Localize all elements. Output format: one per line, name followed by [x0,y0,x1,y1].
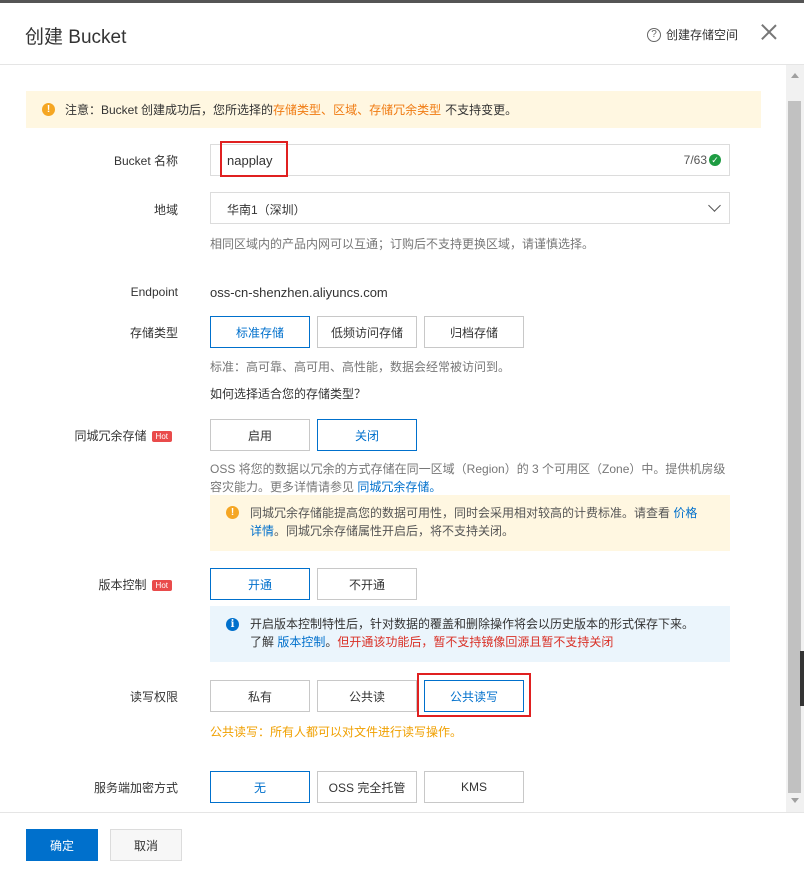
price-link[interactable]: 价格 [673,506,697,520]
encryption-label: 服务端加密方式 [93,781,178,795]
warning-icon: ! [226,506,239,519]
acl-public-read[interactable]: 公共读 [317,680,417,712]
storage-class-ia[interactable]: 低频访问存储 [317,316,417,348]
bucket-name-input[interactable]: napplay 7/63 ✓ [210,144,730,176]
notice-term-region: 区域 [333,103,358,117]
zone-redundancy-desc-line1: OSS 将您的数据以冗余的方式存储在同一区域（Region）的 3 个可用区（Z… [210,462,726,476]
zone-redundancy-doc-link[interactable]: 同城冗余存储。 [357,480,441,494]
versioning-label-text: 版本控制 [98,578,147,592]
storage-class-label: 存储类型 [129,326,178,340]
zone-redundancy-warning: ! 同城冗余存储能提高您的数据可用性，同时会采用相对较高的计费标准。请查看 价格… [210,495,730,551]
zone-redundancy-desc-line2: 容灾能力。更多详情请参见 [210,480,355,494]
storage-class-hint: 标准：高可靠、高可用、高性能，数据会经常被访问到。 [210,360,511,374]
encryption-oss-managed[interactable]: OSS 完全托管 [317,771,417,803]
region-selected-value: 华南1（深圳） [227,203,306,217]
hot-badge: Hot [151,580,172,591]
warning-icon: ! [42,103,55,116]
create-bucket-dialog: 创建 Bucket ? 创建存储空间 ! 注意：Bucket 创建成功后，您所选… [0,0,804,869]
endpoint-value: oss-cn-shenzhen.aliyuncs.com [210,285,388,300]
notice-suffix: 不支持变更。 [445,103,518,117]
versioning-info-prefix: 了解 [250,635,275,649]
versioning-disable[interactable]: 不开通 [317,568,417,600]
highlight-acl [417,673,531,717]
versioning-enable[interactable]: 开通 [210,568,310,600]
hot-badge: Hot [151,431,172,442]
versioning-doc-link[interactable]: 版本控制 [277,635,325,649]
info-icon: i [226,618,239,631]
endpoint-label: Endpoint [130,285,178,299]
price-detail-link[interactable]: 详情 [250,524,274,538]
highlight-bucket-name [220,141,288,177]
chevron-down-icon [708,199,721,212]
zone-redundancy-desc: OSS 将您的数据以冗余的方式存储在同一区域（Region）的 3 个可用区（Z… [210,460,735,496]
help-icon: ? [647,27,661,42]
warning-text-tail: 。同城冗余存储属性开启后，将不支持关闭。 [274,524,515,538]
zone-redundancy-disable[interactable]: 关闭 [317,419,417,451]
versioning-label: 版本控制 Hot [60,576,172,593]
acl-private[interactable]: 私有 [210,680,310,712]
bucket-name-label: Bucket 名称 [113,154,178,168]
notice-prefix: 注意：Bucket 创建成功后，您所选择的 [65,103,274,117]
notice-separator: 、 [321,103,334,117]
scroll-up-icon[interactable] [791,73,799,78]
confirm-button[interactable]: 确定 [26,829,98,861]
help-link[interactable]: ? 创建存储空间 [647,26,738,43]
dialog-header: 创建 Bucket ? 创建存储空间 [0,3,804,65]
notice-term-redundancy: 存储冗余类型 [369,103,442,117]
notice-banner: ! 注意：Bucket 创建成功后，您所选择的 存储类型 、 区域 、 存储冗余… [26,91,761,128]
help-link-label: 创建存储空间 [666,28,739,42]
window-edge-handle [800,651,804,706]
close-icon[interactable] [760,23,778,41]
counter-text: 7/63 [683,153,707,167]
storage-class-standard[interactable]: 标准存储 [210,316,310,348]
bucket-name-counter: 7/63 ✓ [684,153,721,167]
region-label: 地域 [153,203,178,217]
scroll-down-icon[interactable] [791,798,799,803]
acl-label: 读写权限 [129,690,178,704]
storage-class-archive[interactable]: 归档存储 [424,316,524,348]
cancel-button[interactable]: 取消 [110,829,182,861]
acl-hint: 公共读写：所有人都可以对文件进行读写操作。 [210,725,463,739]
zone-redundancy-label-text: 同城冗余存储 [74,429,147,443]
zone-redundancy-label: 同城冗余存储 Hot [60,427,172,444]
notice-separator: 、 [357,103,370,117]
versioning-info-separator: 。 [325,635,338,649]
notice-term-storage-class: 存储类型 [273,103,322,117]
storage-class-help-link[interactable]: 如何选择适合您的存储类型？ [210,385,366,402]
versioning-info-warning: 但开通该功能后，暂不支持镜像回源且暂不支持关闭 [337,635,614,649]
region-hint: 相同区域内的产品内网可以互通；订购后不支持更换区域，请谨慎选择。 [210,237,595,251]
warning-text: 同城冗余存储能提高您的数据可用性，同时会采用相对较高的计费标准。请查看 [250,506,671,520]
encryption-kms[interactable]: KMS [424,771,524,803]
zone-redundancy-enable[interactable]: 启用 [210,419,310,451]
check-icon: ✓ [709,154,721,166]
versioning-info-line1: 开启版本控制特性后，针对数据的覆盖和删除操作将会以历史版本的形式保存下来。 [250,617,695,631]
region-select[interactable]: 华南1（深圳） [210,192,730,224]
dialog-title: 创建 Bucket [25,27,127,48]
versioning-info: i 开启版本控制特性后，针对数据的覆盖和删除操作将会以历史版本的形式保存下来。 … [210,606,730,662]
encryption-none[interactable]: 无 [210,771,310,803]
